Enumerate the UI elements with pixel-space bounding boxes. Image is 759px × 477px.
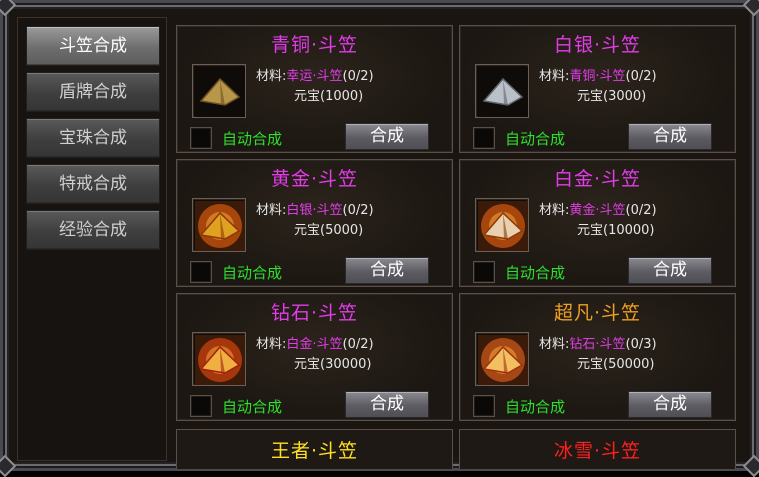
material-name: 白银·斗笠 bbox=[286, 203, 343, 218]
synthesize-button[interactable]: 合成 bbox=[628, 257, 712, 284]
material-row: 材料:白金·斗笠(0/2) bbox=[256, 333, 374, 352]
material-count: (0/2) bbox=[625, 203, 657, 218]
material-row: 材料:青铜·斗笠(0/2) bbox=[539, 65, 657, 84]
recipe-title: 黄金·斗笠 bbox=[270, 168, 359, 190]
auto-synth-label: 自动合成 bbox=[505, 264, 566, 282]
material-row: 材料:黄金·斗笠(0/2) bbox=[539, 199, 657, 218]
recipe-card: 超凡·斗笠 材料:钻石·斗笠(0/3) 元宝(50000) 自动合成 合成 bbox=[459, 293, 736, 421]
auto-synth-label: 自动合成 bbox=[505, 398, 566, 416]
material-prefix: 材料: bbox=[539, 69, 570, 84]
material-prefix: 材料: bbox=[539, 203, 570, 218]
frame-corner-ornament bbox=[742, 454, 759, 477]
material-row: 材料:白银·斗笠(0/2) bbox=[256, 199, 374, 218]
material-count: (0/3) bbox=[625, 337, 657, 352]
material-prefix: 材料: bbox=[539, 337, 570, 352]
synthesize-button[interactable]: 合成 bbox=[345, 257, 429, 284]
recipe-title: 白金·斗笠 bbox=[553, 168, 642, 190]
auto-synth-checkbox[interactable] bbox=[473, 261, 495, 283]
material-prefix: 材料: bbox=[256, 337, 287, 352]
diamond-hat-icon[interactable] bbox=[192, 332, 246, 386]
synthesize-button[interactable]: 合成 bbox=[628, 391, 712, 418]
material-prefix: 材料: bbox=[256, 69, 287, 84]
auto-synth-label: 自动合成 bbox=[222, 130, 283, 148]
recipe-card: 白金·斗笠 材料:黄金·斗笠(0/2) 元宝(10000) 自动合成 合成 bbox=[459, 159, 736, 287]
recipe-card-partial: 冰雪·斗笠 bbox=[459, 429, 736, 469]
synthesize-button[interactable]: 合成 bbox=[628, 123, 712, 150]
recipe-title: 钻石·斗笠 bbox=[270, 302, 359, 324]
recipe-title: 冰雪·斗笠 bbox=[553, 440, 642, 462]
gold-cost: 元宝(1000) bbox=[294, 89, 364, 104]
material-count: (0/2) bbox=[625, 69, 657, 84]
recipe-card: 白银·斗笠 材料:青铜·斗笠(0/2) 元宝(3000) 自动合成 合成 bbox=[459, 25, 736, 153]
recipe-card: 青铜·斗笠 材料:幸运·斗笠(0/2) 元宝(1000) 自动合成 合成 bbox=[176, 25, 453, 153]
gold-cost: 元宝(3000) bbox=[577, 89, 647, 104]
transcendent-hat-icon[interactable] bbox=[475, 332, 529, 386]
material-row: 材料:幸运·斗笠(0/2) bbox=[256, 65, 374, 84]
silver-hat-icon[interactable] bbox=[475, 64, 529, 118]
sidebar: 斗笠合成 盾牌合成 宝珠合成 特戒合成 经验合成 bbox=[17, 17, 167, 461]
auto-synth-checkbox[interactable] bbox=[190, 127, 212, 149]
recipe-title: 超凡·斗笠 bbox=[553, 302, 642, 324]
gold-hat-icon[interactable] bbox=[192, 198, 246, 252]
tab-exp-synthesis[interactable]: 经验合成 bbox=[26, 210, 160, 250]
gold-cost: 元宝(30000) bbox=[294, 357, 372, 372]
tab-hat-synthesis[interactable]: 斗笠合成 bbox=[26, 26, 160, 66]
recipe-title: 青铜·斗笠 bbox=[270, 34, 359, 56]
material-row: 材料:钻石·斗笠(0/3) bbox=[539, 333, 657, 352]
frame-corner-ornament bbox=[742, 0, 759, 17]
window-frame: 斗笠合成 盾牌合成 宝珠合成 特戒合成 经验合成 青铜·斗笠 材料:幸运·斗笠(… bbox=[0, 0, 759, 477]
tab-shield-synthesis[interactable]: 盾牌合成 bbox=[26, 72, 160, 112]
recipe-title: 白银·斗笠 bbox=[553, 34, 642, 56]
recipe-card: 黄金·斗笠 材料:白银·斗笠(0/2) 元宝(5000) 自动合成 合成 bbox=[176, 159, 453, 287]
auto-synth-label: 自动合成 bbox=[222, 264, 283, 282]
material-name: 青铜·斗笠 bbox=[569, 69, 626, 84]
platinum-hat-icon[interactable] bbox=[475, 198, 529, 252]
auto-synth-label: 自动合成 bbox=[505, 130, 566, 148]
recipe-title: 王者·斗笠 bbox=[270, 440, 359, 462]
material-prefix: 材料: bbox=[256, 203, 287, 218]
recipe-grid: 青铜·斗笠 材料:幸运·斗笠(0/2) 元宝(1000) 自动合成 合成 白银·… bbox=[173, 25, 739, 474]
bronze-hat-icon[interactable] bbox=[192, 64, 246, 118]
gold-cost: 元宝(5000) bbox=[294, 223, 364, 238]
synthesize-button[interactable]: 合成 bbox=[345, 123, 429, 150]
material-name: 白金·斗笠 bbox=[286, 337, 343, 352]
tab-special-ring-synthesis[interactable]: 特戒合成 bbox=[26, 164, 160, 204]
auto-synth-checkbox[interactable] bbox=[190, 395, 212, 417]
material-name: 幸运·斗笠 bbox=[286, 69, 343, 84]
auto-synth-checkbox[interactable] bbox=[473, 127, 495, 149]
material-name: 钻石·斗笠 bbox=[569, 337, 626, 352]
gold-cost: 元宝(50000) bbox=[577, 357, 655, 372]
material-count: (0/2) bbox=[342, 203, 374, 218]
material-count: (0/2) bbox=[342, 69, 374, 84]
auto-synth-checkbox[interactable] bbox=[190, 261, 212, 283]
frame-corner-ornament bbox=[0, 0, 17, 17]
recipe-card: 钻石·斗笠 材料:白金·斗笠(0/2) 元宝(30000) 自动合成 合成 bbox=[176, 293, 453, 421]
material-count: (0/2) bbox=[342, 337, 374, 352]
synthesize-button[interactable]: 合成 bbox=[345, 391, 429, 418]
gold-cost: 元宝(10000) bbox=[577, 223, 655, 238]
auto-synth-checkbox[interactable] bbox=[473, 395, 495, 417]
recipe-card-partial: 王者·斗笠 bbox=[176, 429, 453, 469]
tab-orb-synthesis[interactable]: 宝珠合成 bbox=[26, 118, 160, 158]
frame-corner-ornament bbox=[0, 454, 17, 477]
material-name: 黄金·斗笠 bbox=[569, 203, 626, 218]
auto-synth-label: 自动合成 bbox=[222, 398, 283, 416]
